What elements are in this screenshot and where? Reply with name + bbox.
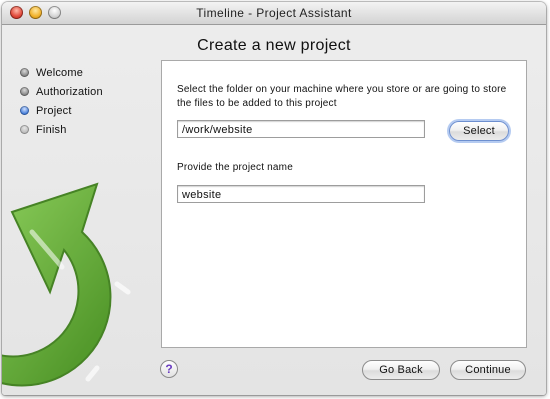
select-folder-button[interactable]: Select bbox=[449, 121, 509, 141]
page-heading: Create a new project bbox=[197, 37, 351, 54]
step-project: Project bbox=[20, 101, 103, 120]
step-welcome: Welcome bbox=[20, 63, 103, 82]
help-button[interactable]: ? bbox=[160, 360, 178, 378]
window-title: Timeline - Project Assistant bbox=[196, 6, 352, 20]
project-form-panel: Select the folder on your machine where … bbox=[161, 60, 527, 348]
step-pending-icon bbox=[20, 125, 29, 134]
step-done-icon bbox=[20, 87, 29, 96]
step-label: Finish bbox=[36, 123, 67, 136]
folder-path-input[interactable]: /work/website bbox=[177, 120, 425, 138]
step-list: Welcome Authorization Project Finish bbox=[20, 63, 103, 139]
project-name-input[interactable]: website bbox=[177, 185, 425, 203]
folder-instruction: Select the folder on your machine where … bbox=[177, 84, 507, 109]
step-finish: Finish bbox=[20, 120, 103, 139]
timeline-logo-icon bbox=[2, 182, 131, 387]
title-bar[interactable]: Timeline - Project Assistant bbox=[2, 2, 546, 25]
step-authorization: Authorization bbox=[20, 82, 103, 101]
continue-button[interactable]: Continue bbox=[450, 360, 526, 380]
step-label: Welcome bbox=[36, 66, 84, 79]
name-instruction: Provide the project name bbox=[177, 162, 293, 173]
step-label: Project bbox=[36, 104, 72, 117]
step-label: Authorization bbox=[36, 85, 103, 98]
step-current-icon bbox=[20, 106, 29, 115]
go-back-button[interactable]: Go Back bbox=[362, 360, 440, 380]
assistant-window: Timeline - Project Assistant Create a ne… bbox=[2, 2, 546, 395]
step-done-icon bbox=[20, 68, 29, 77]
